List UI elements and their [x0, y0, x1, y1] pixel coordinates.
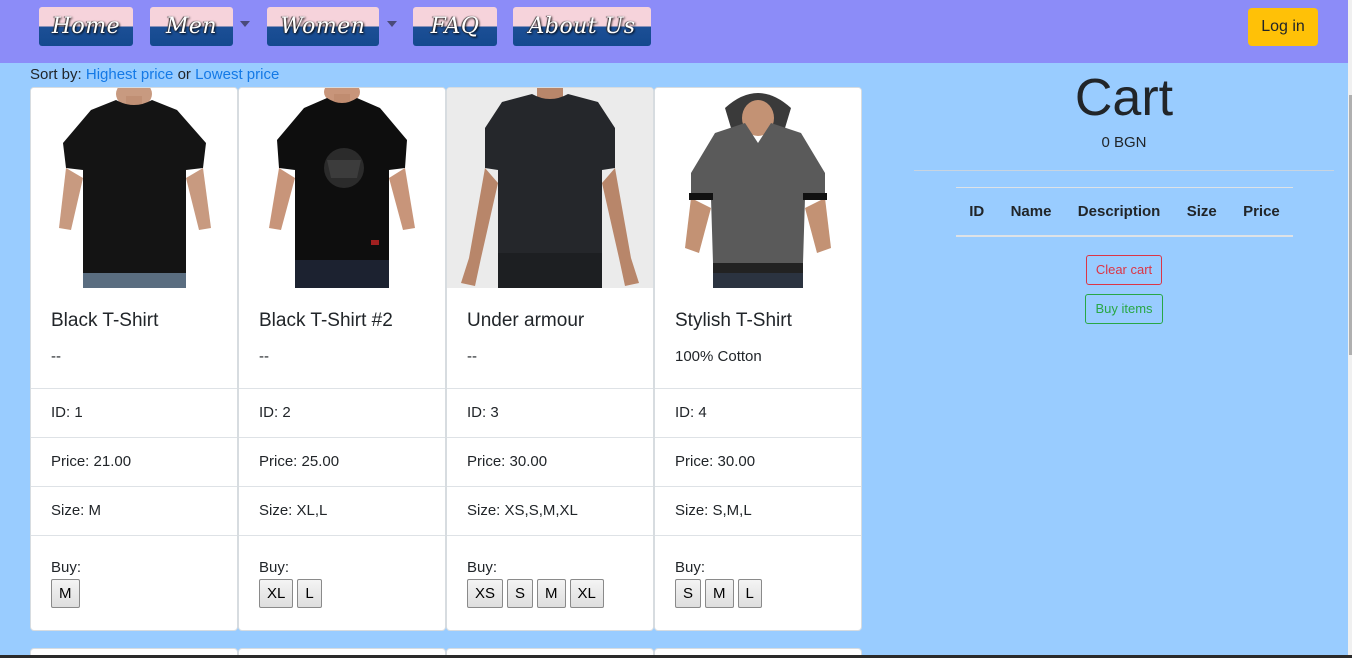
product-image-black-tshirt-2	[239, 88, 445, 288]
product-price: Price: 21.00	[31, 437, 237, 486]
men-dropdown-caret-icon[interactable]	[240, 21, 250, 27]
product-image-under-armour	[447, 88, 653, 288]
buy-label: Buy:	[259, 559, 290, 576]
product-title: Under armour	[467, 310, 585, 331]
product-description: --	[467, 348, 477, 365]
product-price: Price: 25.00	[239, 437, 445, 486]
product-sizes: Size: M	[31, 486, 237, 535]
sort-bar: Sort by: Highest price or Lowest price	[30, 66, 279, 83]
buy-size-m-button[interactable]: M	[51, 579, 80, 608]
cart-title: Cart	[1074, 69, 1174, 127]
cart-col-id: ID	[969, 203, 985, 220]
product-id: ID: 2	[239, 388, 445, 437]
nav-faq-button[interactable]: FAQ	[413, 7, 497, 46]
product-description: --	[259, 348, 269, 365]
product-title: Black T-Shirt	[51, 310, 159, 331]
buy-size-l-button[interactable]: L	[297, 579, 322, 608]
product-description: --	[51, 348, 61, 365]
product-sizes: Size: XS,S,M,XL	[447, 486, 653, 535]
product-id: ID: 4	[655, 388, 861, 437]
product-sizes: Size: S,M,L	[655, 486, 861, 535]
cart-divider	[914, 170, 1334, 171]
cart-col-name: Name	[1010, 203, 1052, 220]
cart-col-description: Description	[1077, 203, 1161, 220]
product-card: Black T-Shirt -- ID: 1 Price: 21.00 Size…	[30, 87, 238, 631]
cart-col-size: Size	[1186, 203, 1217, 220]
cart-col-price: Price	[1243, 203, 1280, 220]
buy-section: Buy: S M L	[655, 535, 861, 630]
product-description: 100% Cotton	[675, 348, 762, 365]
product-title: Stylish T-Shirt	[675, 310, 792, 331]
product-price: Price: 30.00	[447, 437, 653, 486]
sort-lowest-link[interactable]: Lowest price	[195, 66, 279, 83]
sort-label: Sort by:	[30, 66, 82, 83]
women-dropdown-caret-icon[interactable]	[387, 21, 397, 27]
sort-highest-link[interactable]: Highest price	[86, 66, 174, 83]
clear-cart-button[interactable]: Clear cart	[1086, 255, 1162, 285]
buy-section: Buy: M	[31, 535, 237, 630]
buy-size-m-button[interactable]: M	[705, 579, 734, 608]
buy-section: Buy: XL L	[239, 535, 445, 630]
nav-home-button[interactable]: Home	[39, 7, 133, 46]
product-image-stylish-tshirt	[655, 88, 861, 288]
buy-label: Buy:	[51, 559, 82, 576]
cart-table-header: ID Name Description Size Price	[956, 187, 1293, 237]
buy-size-s-button[interactable]: S	[507, 579, 534, 608]
nav-about-button[interactable]: About Us	[513, 7, 651, 46]
product-card: Black T-Shirt #2 -- ID: 2 Price: 25.00 S…	[238, 87, 446, 631]
login-button[interactable]: Log in	[1248, 8, 1318, 46]
buy-size-l-button[interactable]: L	[737, 579, 762, 608]
product-price: Price: 30.00	[655, 437, 861, 486]
cart-total: 0 BGN	[1101, 134, 1147, 151]
nav-women-button[interactable]: Women	[267, 7, 379, 46]
top-navbar: Home Men Women FAQ About Us Log in	[0, 0, 1352, 63]
product-sizes: Size: XL,L	[239, 486, 445, 535]
sort-or-text: or	[177, 66, 191, 83]
product-card: Stylish T-Shirt 100% Cotton ID: 4 Price:…	[654, 87, 862, 631]
buy-size-s-button[interactable]: S	[675, 579, 702, 608]
buy-size-m-button[interactable]: M	[537, 579, 566, 608]
buy-section: Buy: XS S M XL	[447, 535, 653, 630]
buy-size-xl-button[interactable]: XL	[259, 579, 294, 608]
nav-men-button[interactable]: Men	[150, 7, 233, 46]
buy-size-xs-button[interactable]: XS	[467, 579, 504, 608]
product-id: ID: 3	[447, 388, 653, 437]
product-image-black-tshirt	[31, 88, 237, 288]
buy-size-xl-button[interactable]: XL	[569, 579, 604, 608]
buy-items-button[interactable]: Buy items	[1085, 294, 1163, 324]
buy-label: Buy:	[467, 559, 498, 576]
product-id: ID: 1	[31, 388, 237, 437]
product-card: Under armour -- ID: 3 Price: 30.00 Size:…	[446, 87, 654, 631]
product-title: Black T-Shirt #2	[259, 310, 393, 331]
buy-label: Buy:	[675, 559, 706, 576]
